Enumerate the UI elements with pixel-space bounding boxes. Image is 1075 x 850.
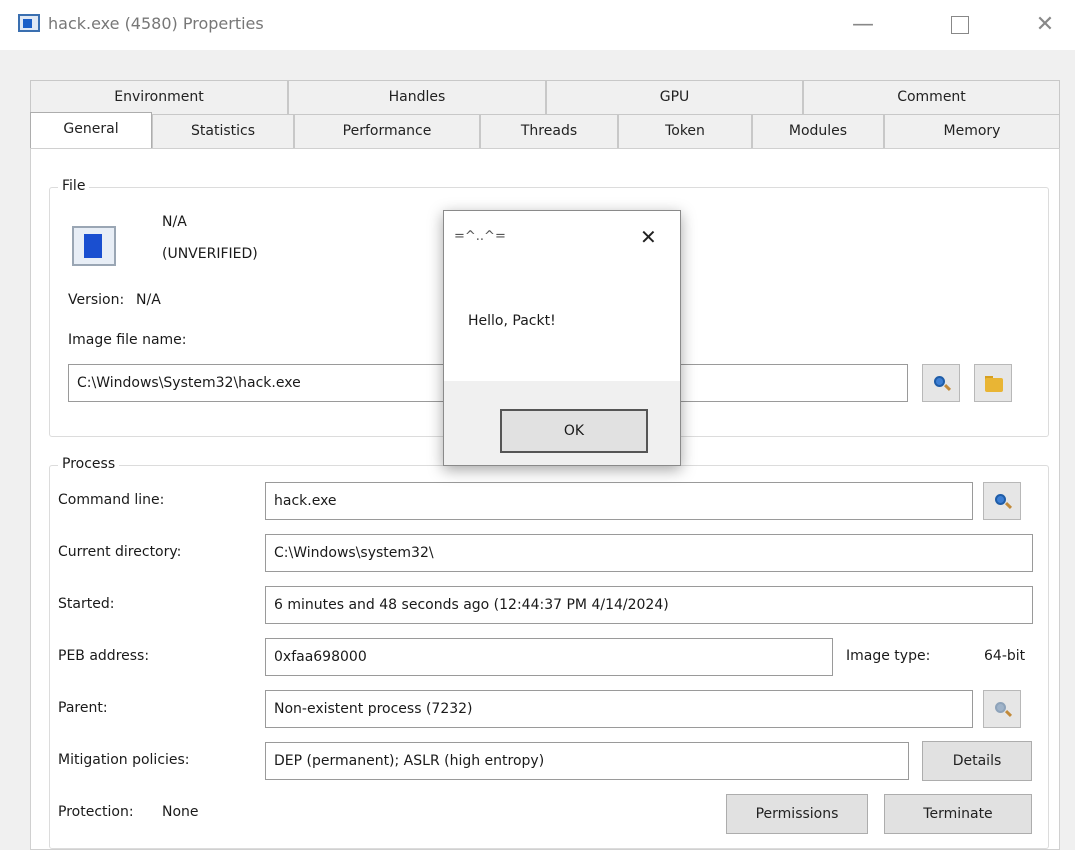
- inspect-parent-button[interactable]: [983, 690, 1021, 728]
- folder-icon: [984, 374, 1004, 394]
- dialog-title: =^..^=: [454, 229, 506, 244]
- current-directory-label: Current directory:: [58, 544, 182, 560]
- tab-threads[interactable]: Threads: [480, 114, 618, 148]
- mitigation-label: Mitigation policies:: [58, 752, 190, 768]
- inspect-command-button[interactable]: [983, 482, 1021, 520]
- tab-comment[interactable]: Comment: [803, 80, 1060, 114]
- file-company: N/A: [162, 214, 187, 230]
- window-titlebar: hack.exe (4580) Properties — ✕: [0, 0, 1075, 50]
- ok-button[interactable]: OK: [500, 409, 648, 453]
- permissions-button[interactable]: Permissions: [726, 794, 868, 834]
- dialog-footer: OK: [444, 381, 680, 465]
- magnifier-icon: [993, 492, 1013, 512]
- minimize-button[interactable]: —: [838, 6, 888, 44]
- tab-environment[interactable]: Environment: [30, 80, 288, 114]
- command-line-label: Command line:: [58, 492, 165, 508]
- tab-gpu[interactable]: GPU: [546, 80, 803, 114]
- tab-general[interactable]: General: [30, 112, 152, 150]
- tab-modules[interactable]: Modules: [752, 114, 884, 148]
- app-icon: [18, 14, 40, 32]
- magnifier-icon: [993, 700, 1013, 720]
- window-title: hack.exe (4580) Properties: [48, 14, 264, 33]
- tab-performance[interactable]: Performance: [294, 114, 480, 148]
- version-label: Version:: [68, 292, 125, 308]
- details-button[interactable]: Details: [922, 741, 1032, 781]
- file-group-label: File: [58, 178, 90, 194]
- mitigation-field[interactable]: DEP (permanent); ASLR (high entropy): [265, 742, 909, 780]
- parent-field[interactable]: Non-existent process (7232): [265, 690, 973, 728]
- tab-statistics[interactable]: Statistics: [152, 114, 294, 148]
- tab-token[interactable]: Token: [618, 114, 752, 148]
- image-type-value: 64-bit: [984, 648, 1026, 664]
- tab-handles[interactable]: Handles: [288, 80, 546, 114]
- magnifier-icon: [932, 374, 952, 394]
- protection-label: Protection:: [58, 804, 134, 820]
- executable-icon: [72, 226, 116, 266]
- process-group: Process Command line: hack.exe Current d…: [49, 456, 1049, 849]
- parent-label: Parent:: [58, 700, 108, 716]
- tab-row-top: Environment Handles GPU Comment: [30, 80, 1060, 114]
- close-button[interactable]: ✕: [1020, 6, 1070, 44]
- image-type-label: Image type:: [846, 648, 931, 664]
- image-file-label: Image file name:: [68, 332, 187, 348]
- maximize-button[interactable]: [935, 6, 985, 44]
- version-value: N/A: [136, 292, 161, 308]
- inspect-file-button[interactable]: [922, 364, 960, 402]
- current-directory-field[interactable]: C:\Windows\system32\: [265, 534, 1033, 572]
- file-verified-status: (UNVERIFIED): [162, 246, 258, 262]
- started-label: Started:: [58, 596, 115, 612]
- dialog-message: Hello, Packt!: [468, 313, 556, 329]
- message-box-dialog: =^..^= ✕ Hello, Packt! OK: [443, 210, 681, 466]
- started-field[interactable]: 6 minutes and 48 seconds ago (12:44:37 P…: [265, 586, 1033, 624]
- process-group-label: Process: [58, 456, 120, 472]
- open-folder-button[interactable]: [974, 364, 1012, 402]
- dialog-close-button[interactable]: ✕: [640, 225, 657, 249]
- tab-memory[interactable]: Memory: [884, 114, 1060, 148]
- protection-value: None: [162, 804, 199, 820]
- maximize-icon: [951, 16, 969, 34]
- peb-address-field[interactable]: 0xfaa698000: [265, 638, 833, 676]
- tab-row-bottom: General Statistics Performance Threads T…: [30, 112, 1060, 150]
- peb-address-label: PEB address:: [58, 648, 150, 664]
- command-line-field[interactable]: hack.exe: [265, 482, 973, 520]
- terminate-button[interactable]: Terminate: [884, 794, 1032, 834]
